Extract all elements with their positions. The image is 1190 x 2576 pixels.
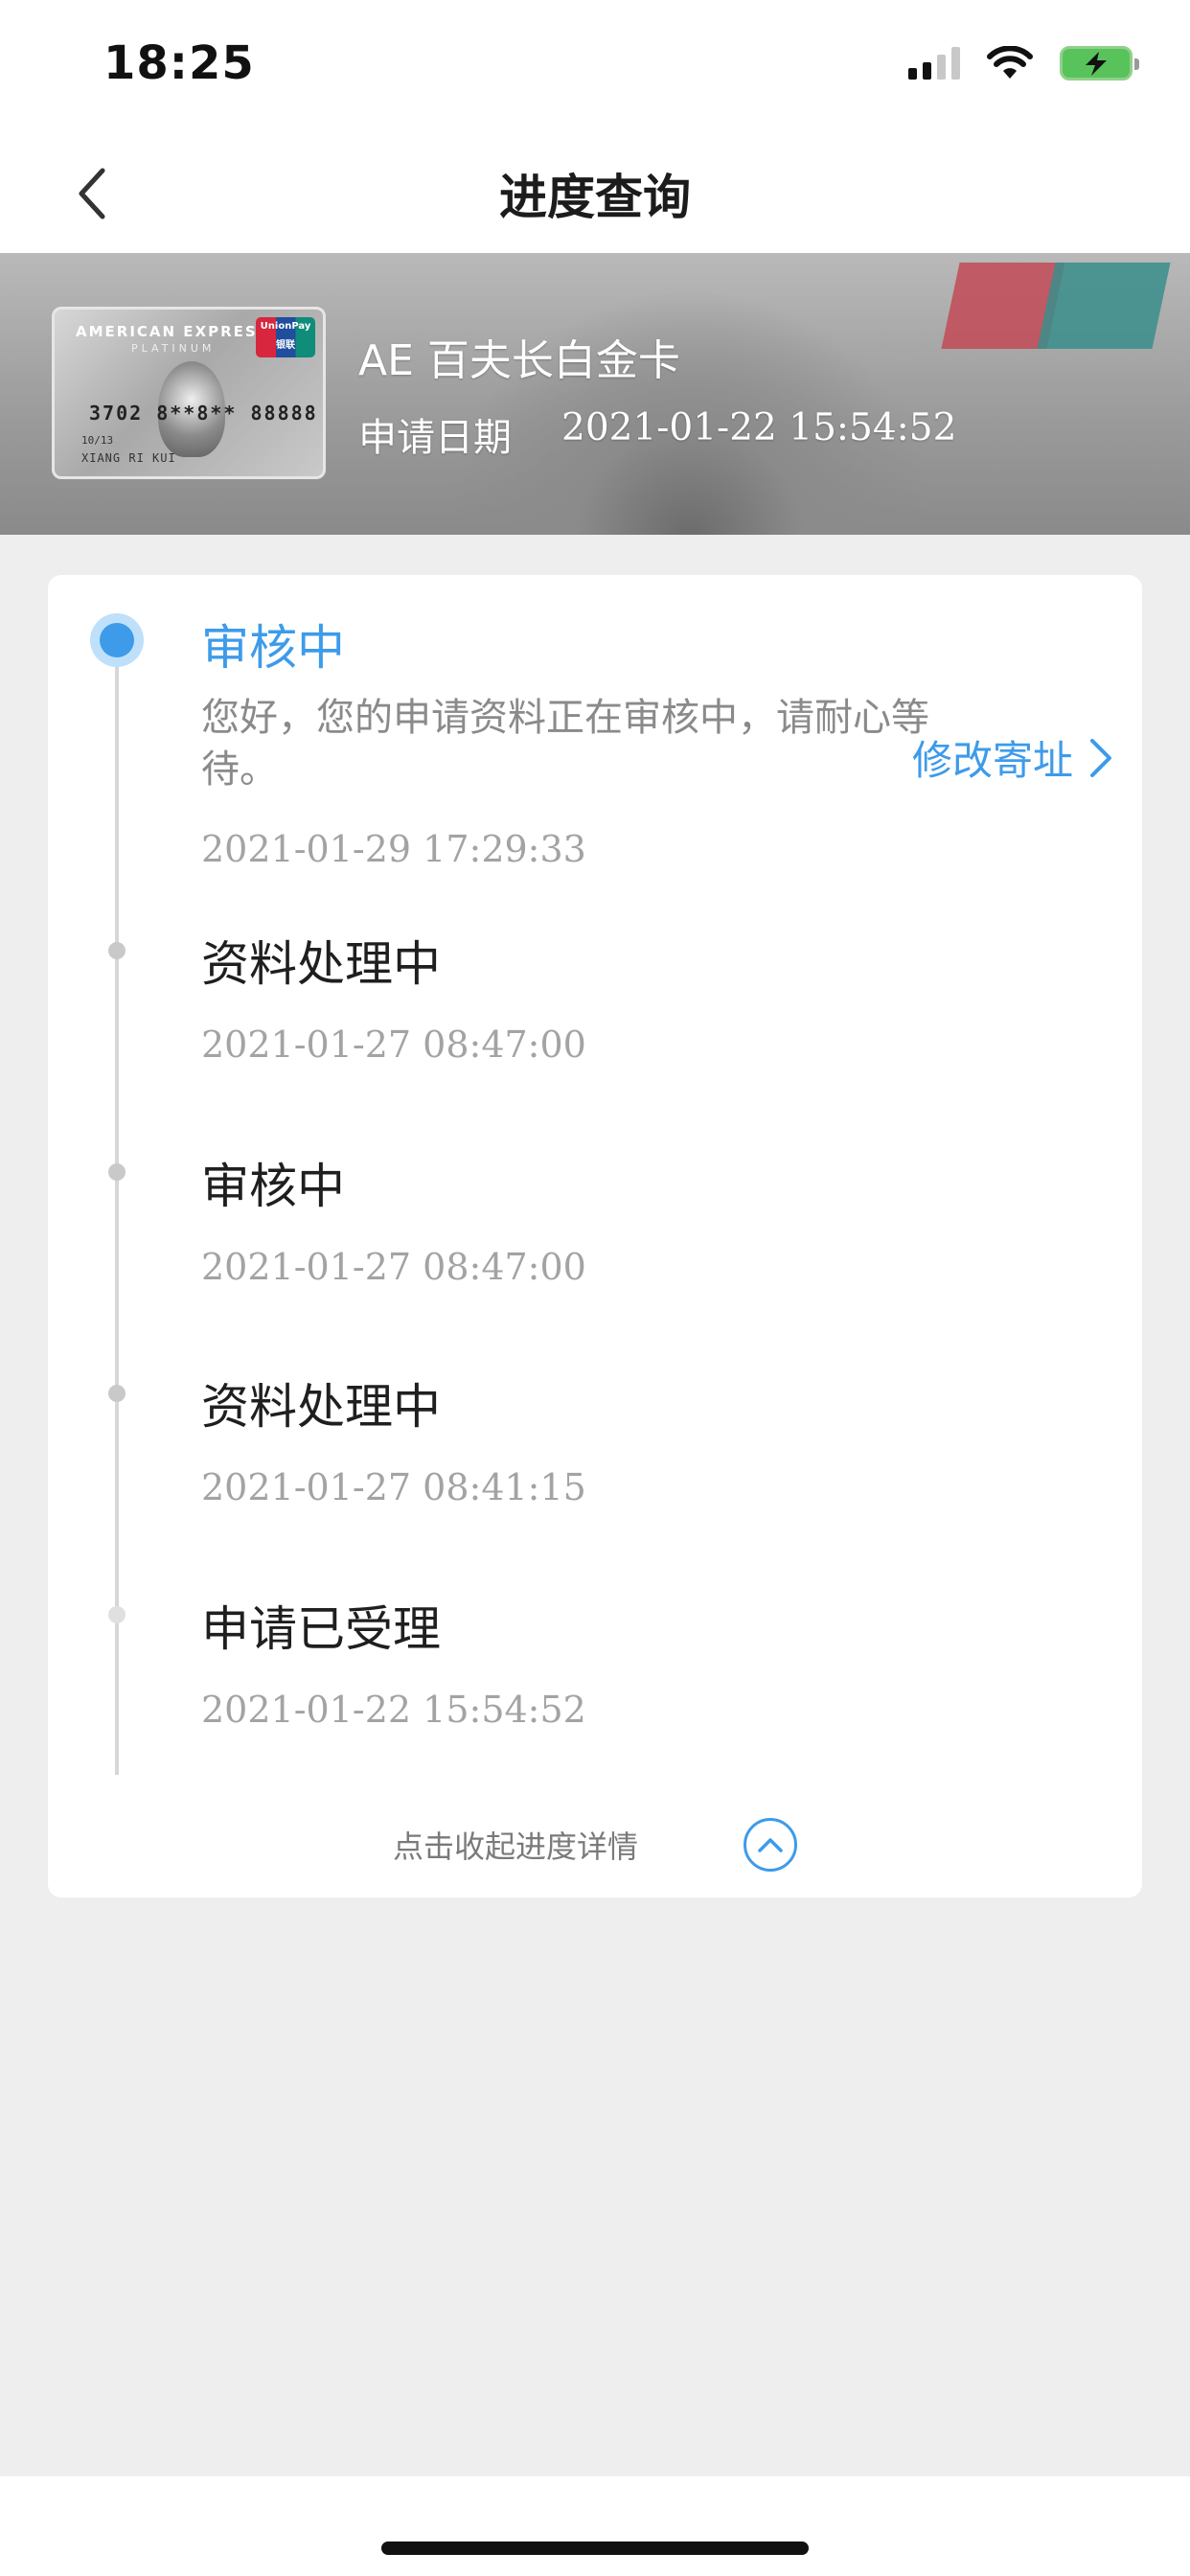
card-name: AE 百夫长白金卡 — [358, 336, 680, 385]
chevron-right-icon — [1090, 738, 1111, 777]
current-step-description: 您好，您的申请资料正在审核中，请耐心等待。 — [201, 696, 929, 792]
collapse-label: 点击收起进度详情 — [392, 1828, 638, 1865]
history-step-time: 2021-01-27 08:47:00 — [201, 1024, 586, 1066]
unionpay-logo: UnionPay 银联 — [256, 317, 315, 357]
apply-date-label: 申请日期 — [358, 416, 512, 460]
history-step-time: 2021-01-22 15:54:52 — [201, 1689, 586, 1731]
history-step-dot — [108, 1606, 126, 1623]
progress-card: 审核中 您好，您的申请资料正在审核中，请耐心等待。 修改寄址 2021-01-2… — [48, 575, 1142, 1898]
card-brand: AMERICAN EXPRESS — [76, 323, 269, 340]
history-step-title: 资料处理中 — [201, 936, 441, 992]
status-bar: 18:25 — [0, 0, 1190, 134]
timeline-line — [115, 644, 119, 1775]
history-step-dot — [108, 942, 126, 959]
page-title: 进度查询 — [499, 170, 691, 225]
wifi-icon — [987, 46, 1033, 79]
history-step-dot — [108, 1163, 126, 1181]
history-step-dot — [108, 1385, 126, 1402]
current-step-time: 2021-01-29 17:29:33 — [201, 828, 586, 870]
card-holder: XIANG RI KUI — [81, 451, 176, 465]
apply-date-value: 2021-01-22 15:54:52 — [561, 406, 957, 449]
home-area — [0, 2476, 1190, 2576]
card-expiry: 10/13 — [81, 434, 114, 447]
battery-charging-icon — [1060, 46, 1139, 80]
collapse-progress-button[interactable]: 点击收起进度详情 — [48, 1792, 1142, 1898]
current-step-dot — [90, 613, 144, 667]
status-icons — [908, 44, 1139, 82]
history-step-title: 审核中 — [201, 1159, 345, 1214]
history-step-title: 资料处理中 — [201, 1379, 441, 1435]
modify-address-label: 修改寄址 — [911, 737, 1073, 784]
signal-icon — [908, 47, 960, 80]
current-step-title: 审核中 — [201, 620, 345, 676]
chevron-up-circle-icon — [744, 1818, 797, 1872]
apply-date: 申请日期 2021-01-22 15:54:52 — [358, 406, 956, 462]
status-time: 18:25 — [103, 36, 255, 90]
banner-decoration — [1037, 263, 1171, 349]
home-indicator[interactable] — [381, 2542, 809, 2555]
nav-bar: 进度查询 — [0, 134, 1190, 253]
modify-address-link[interactable]: 修改寄址 — [912, 728, 1113, 787]
card-banner: AMERICAN EXPRESS PLATINUM UnionPay 银联 37… — [0, 253, 1190, 535]
history-step-title: 申请已受理 — [201, 1601, 441, 1657]
card-image: AMERICAN EXPRESS PLATINUM UnionPay 银联 37… — [52, 307, 326, 479]
card-number: 3702 8**8** 88888 — [89, 402, 318, 425]
card-tier: PLATINUM — [131, 342, 216, 355]
history-step-time: 2021-01-27 08:41:15 — [201, 1466, 586, 1508]
history-step-time: 2021-01-27 08:47:00 — [201, 1246, 586, 1288]
